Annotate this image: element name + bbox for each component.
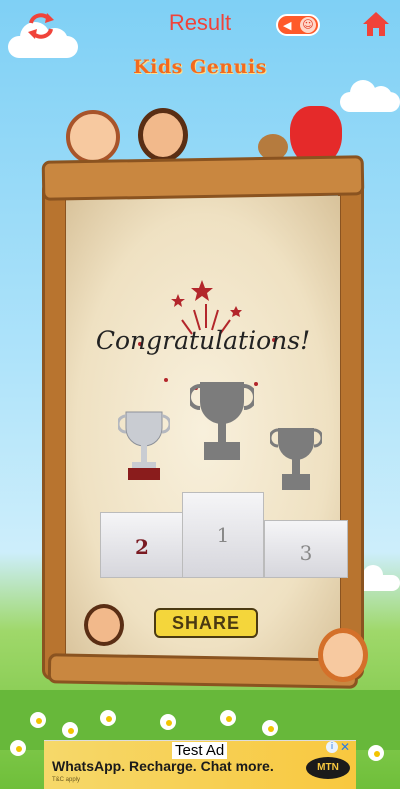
mtn-logo: MTN — [306, 757, 350, 779]
board-plank-bottom — [47, 653, 359, 689]
flower-decoration — [220, 710, 236, 726]
podium-label-second: 2 — [135, 535, 149, 559]
ad-close-icon[interactable]: ✕ — [340, 740, 350, 754]
board-post-right — [338, 180, 364, 680]
speaker-icon: ◀ — [283, 19, 292, 32]
podium-first: 1 — [182, 492, 264, 578]
flower-decoration — [10, 740, 26, 756]
home-icon[interactable] — [362, 10, 390, 38]
top-bar: Result ◀ ☺ — [0, 0, 400, 52]
podium-third: 3 — [264, 520, 348, 578]
flower-decoration — [62, 722, 78, 738]
podium-label-third: 3 — [299, 541, 313, 565]
flower-decoration — [100, 710, 116, 726]
ad-fine-print: T&C apply — [52, 777, 81, 783]
page-title: Result — [168, 10, 232, 35]
share-button[interactable]: SHARE — [154, 608, 258, 638]
flower-decoration — [30, 712, 46, 728]
flower-decoration — [368, 745, 384, 761]
smiley-icon: ☺ — [300, 17, 316, 33]
girl-with-magnifier-character — [318, 628, 368, 682]
ad-banner[interactable]: Test Ad i ✕ WhatsApp. Recharge. Chat mor… — [44, 740, 356, 789]
parchment-panel: Congratulations! 2 1 3 — [66, 196, 348, 666]
board-post-left — [42, 180, 68, 680]
ad-headline: WhatsApp. Recharge. Chat more. — [52, 758, 274, 774]
silver-trophy-icon — [118, 411, 170, 480]
gold-trophy-placeholder-icon — [190, 382, 254, 460]
brand-logo: Kids Genuis — [133, 56, 267, 78]
ad-info-icon[interactable]: i — [326, 741, 338, 753]
boy-with-net-character — [84, 604, 124, 646]
congratulations-message: Congratulations! — [95, 326, 311, 355]
flower-decoration — [262, 720, 278, 736]
podium-label-first: 1 — [216, 523, 230, 547]
podium-second: 2 — [100, 512, 184, 578]
sound-toggle[interactable]: ◀ ☺ — [276, 14, 320, 36]
cloud-decoration — [340, 80, 400, 112]
ad-label: Test Ad — [172, 742, 228, 759]
flower-decoration — [160, 714, 176, 730]
bronze-trophy-placeholder-icon — [270, 428, 322, 490]
board-plank-top — [41, 155, 365, 201]
podium: 2 1 3 — [100, 492, 348, 582]
